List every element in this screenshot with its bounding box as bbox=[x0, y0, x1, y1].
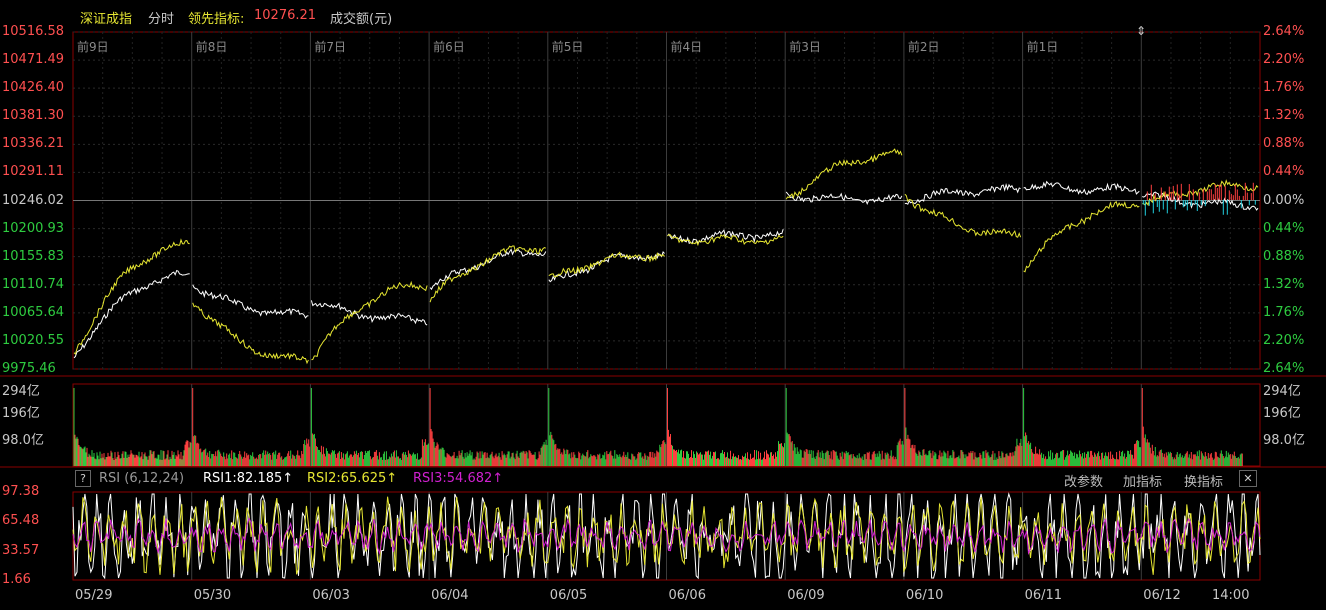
date-label: 06/06 bbox=[668, 588, 706, 603]
day-label: 前4日 bbox=[670, 40, 703, 54]
date-label: 06/12 bbox=[1143, 588, 1181, 603]
rsi-axis-label: 1.66 bbox=[2, 572, 31, 587]
percent-label: 0.88% bbox=[1263, 136, 1305, 152]
volume-label: 98.0亿 bbox=[1263, 433, 1305, 448]
change-params-button[interactable]: 改参数 bbox=[1064, 471, 1103, 490]
percent-label: 0.44% bbox=[1263, 220, 1305, 236]
price-label: 10471.49 bbox=[2, 52, 65, 68]
volume-label: 98.0亿 bbox=[2, 433, 44, 448]
date-label: 06/04 bbox=[431, 588, 469, 603]
volume-label: 196亿 bbox=[1263, 406, 1301, 421]
price-label: 10516.58 bbox=[2, 24, 65, 39]
date-label: 06/05 bbox=[549, 588, 588, 603]
date-label: 14:00 bbox=[1212, 588, 1250, 603]
date-label: 05/30 bbox=[193, 588, 232, 603]
percent-label: 1.32% bbox=[1263, 276, 1305, 292]
day-label: 前3日 bbox=[789, 40, 821, 54]
date-label: 06/03 bbox=[312, 588, 350, 603]
day-label: 前1日 bbox=[1026, 40, 1059, 54]
rsi-axis-label: 33.57 bbox=[2, 542, 40, 558]
percent-label: 1.76% bbox=[1263, 304, 1305, 320]
date-label: 06/10 bbox=[905, 588, 944, 603]
add-indicator-button[interactable]: 加指标 bbox=[1123, 471, 1162, 490]
rsi3-value: RSI3:54.682↑ bbox=[413, 471, 504, 486]
price-label: 10291.11 bbox=[2, 164, 65, 180]
volume-label: 294亿 bbox=[1263, 384, 1301, 399]
day-label: 前2日 bbox=[907, 40, 940, 54]
price-label: 10110.74 bbox=[2, 276, 65, 292]
price-label: 10155.83 bbox=[2, 248, 65, 264]
day-label: 前6日 bbox=[433, 40, 465, 54]
price-label: 10381.30 bbox=[2, 108, 65, 124]
volume-label: 294亿 bbox=[2, 384, 40, 399]
percent-label: 1.76% bbox=[1263, 80, 1305, 96]
percent-label: 1.32% bbox=[1263, 108, 1305, 124]
price-label: 10200.93 bbox=[2, 220, 65, 236]
rsi-axis-label: 97.38 bbox=[2, 484, 40, 499]
price-label: 10065.64 bbox=[2, 304, 65, 320]
percent-label: 2.20% bbox=[1263, 52, 1305, 68]
rsi-title: RSI (6,12,24) bbox=[99, 471, 185, 486]
chart-canvas[interactable] bbox=[0, 0, 1326, 610]
price-label: 10426.40 bbox=[2, 80, 65, 96]
rsi-toolbar: ? RSI (6,12,24) RSI1:82.185↑ RSI2:65.625… bbox=[73, 469, 1261, 490]
close-icon[interactable]: ✕ bbox=[1239, 470, 1257, 487]
percent-label: 2.20% bbox=[1263, 332, 1305, 348]
rsi2-value: RSI2:65.625↑ bbox=[307, 471, 398, 486]
volume-label: 196亿 bbox=[2, 406, 40, 421]
price-label: 10246.02 bbox=[2, 192, 65, 208]
price-label: 10336.21 bbox=[2, 136, 65, 152]
percent-label: 0.44% bbox=[1263, 164, 1305, 180]
date-label: 05/29 bbox=[75, 588, 113, 603]
price-label: 9975.46 bbox=[2, 361, 56, 376]
percent-label: 0.88% bbox=[1263, 248, 1305, 264]
date-label: 06/11 bbox=[1024, 588, 1063, 603]
day-label: 前5日 bbox=[551, 40, 584, 54]
percent-label: 2.64% bbox=[1263, 24, 1305, 39]
crosshair-marker-icon[interactable]: ⇕ bbox=[1136, 24, 1146, 38]
rsi-axis-label: 65.48 bbox=[2, 513, 40, 529]
rsi1-value: RSI1:82.185↑ bbox=[203, 471, 294, 486]
day-label: 前7日 bbox=[314, 40, 347, 54]
percent-label: 0.00% bbox=[1263, 192, 1305, 208]
swap-indicator-button[interactable]: 换指标 bbox=[1184, 471, 1223, 490]
date-label: 06/09 bbox=[787, 588, 825, 603]
price-label: 10020.55 bbox=[2, 332, 65, 348]
percent-label: 2.64% bbox=[1263, 361, 1305, 376]
day-label: 前9日 bbox=[77, 40, 109, 54]
day-label: 前8日 bbox=[195, 40, 228, 54]
help-button[interactable]: ? bbox=[75, 470, 91, 487]
